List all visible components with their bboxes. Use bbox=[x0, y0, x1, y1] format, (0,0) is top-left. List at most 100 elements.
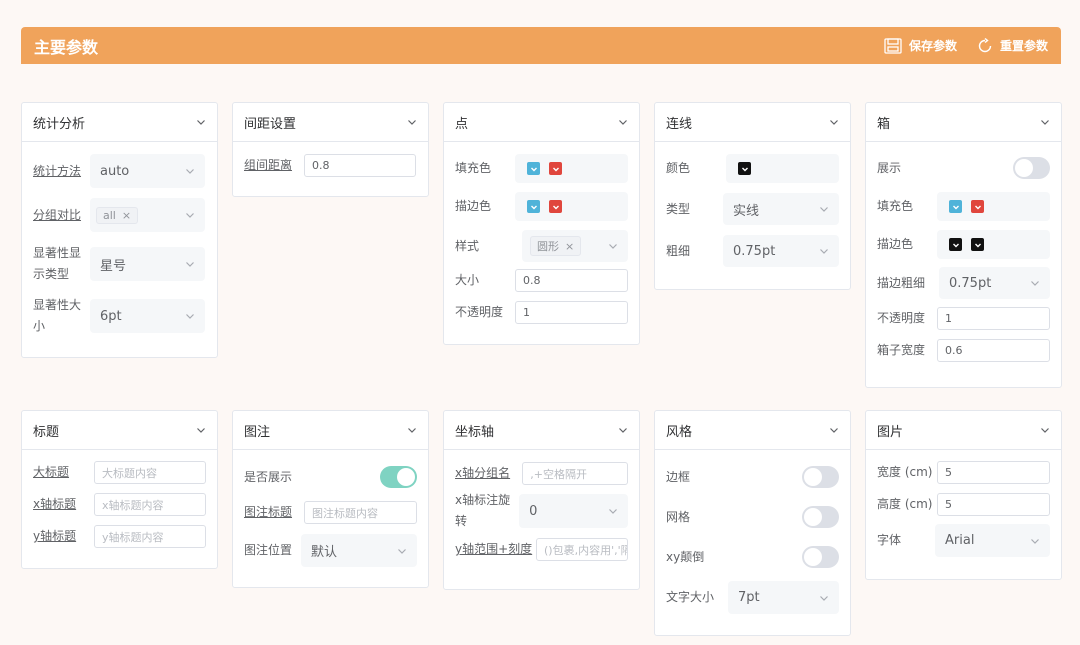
y-range-label: y轴范围+刻度 bbox=[455, 542, 533, 556]
line-card-header[interactable]: 连线 bbox=[655, 103, 850, 142]
chevron-down-icon bbox=[185, 311, 195, 321]
spacing-card: 间距设置 组间距离 0.8 bbox=[232, 102, 429, 197]
blue-color-swatch[interactable] bbox=[527, 162, 540, 175]
stats-card-header[interactable]: 统计分析 bbox=[22, 103, 217, 142]
reset-params-label: 重置参数 bbox=[999, 39, 1048, 53]
axis-card-title: 坐标轴 bbox=[455, 424, 495, 440]
x-rotate-select[interactable]: 0 bbox=[519, 494, 628, 528]
group-tag: all × bbox=[96, 206, 139, 224]
x-group-label: x轴分组名 bbox=[455, 466, 511, 480]
image-height-input[interactable]: 5 bbox=[937, 493, 1050, 516]
point-opacity-label: 不透明度 bbox=[455, 305, 504, 319]
image-font-select[interactable]: Arial bbox=[935, 524, 1050, 557]
group-gap-input[interactable]: 0.8 bbox=[304, 154, 416, 177]
line-type-value: 实线 bbox=[733, 203, 760, 219]
point-style-select[interactable]: 圆形 × bbox=[522, 230, 628, 262]
sig-size-label-line1: 显著性大 bbox=[33, 298, 82, 312]
border-toggle[interactable] bbox=[802, 466, 839, 488]
sig-type-select[interactable]: 星号 bbox=[90, 247, 205, 281]
legend-card-header[interactable]: 图注 bbox=[233, 411, 428, 450]
stats-method-select[interactable]: auto bbox=[90, 154, 205, 188]
stats-card-title: 统计分析 bbox=[33, 116, 86, 132]
chevron-down-icon bbox=[529, 164, 539, 174]
chevron-down-icon bbox=[551, 164, 561, 174]
box-width-input[interactable]: 0.6 bbox=[937, 339, 1050, 362]
font-size-label: 文字大小 bbox=[666, 590, 715, 604]
box-stroke-label: 描边色 bbox=[877, 237, 914, 251]
chevron-down-icon bbox=[185, 166, 195, 176]
image-height-label: 高度 (cm) bbox=[877, 497, 933, 511]
tag-close-icon[interactable]: × bbox=[122, 209, 131, 222]
black-color-swatch[interactable] bbox=[738, 162, 751, 175]
stats-method-value: auto bbox=[100, 163, 130, 179]
axis-card-header[interactable]: 坐标轴 bbox=[444, 411, 639, 450]
red-color-swatch[interactable] bbox=[549, 200, 562, 213]
image-width-label: 宽度 (cm) bbox=[877, 465, 933, 479]
titles-card-header[interactable]: 标题 bbox=[22, 411, 217, 450]
chevron-down-icon bbox=[196, 117, 206, 127]
save-params-button[interactable]: 保存参数 bbox=[884, 37, 957, 54]
sig-type-label-line2: 示类型 bbox=[33, 267, 70, 281]
chevron-down-icon bbox=[618, 425, 628, 435]
point-fill-label: 填充色 bbox=[455, 161, 492, 175]
legend-show-toggle[interactable] bbox=[380, 466, 417, 488]
black-color-swatch[interactable] bbox=[949, 238, 962, 251]
chevron-down-icon bbox=[1040, 117, 1050, 127]
chevron-down-icon bbox=[829, 425, 839, 435]
point-size-input[interactable]: 0.8 bbox=[515, 269, 628, 292]
chevron-down-icon bbox=[185, 210, 195, 220]
chevron-down-icon bbox=[397, 546, 407, 556]
red-color-swatch[interactable] bbox=[549, 162, 562, 175]
image-card: 图片 宽度 (cm) 5 高度 (cm) 5 字体 Arial bbox=[865, 410, 1062, 580]
point-card-header[interactable]: 点 bbox=[444, 103, 639, 142]
x-title-input[interactable]: x轴标题内容 bbox=[94, 493, 206, 516]
spacing-card-header[interactable]: 间距设置 bbox=[233, 103, 428, 142]
legend-title-input[interactable]: 图注标题内容 bbox=[304, 501, 417, 524]
flip-xy-label: xy颠倒 bbox=[666, 549, 705, 564]
y-title-input[interactable]: y轴标题内容 bbox=[94, 525, 206, 548]
point-opacity-input[interactable]: 1 bbox=[515, 301, 628, 324]
image-card-header[interactable]: 图片 bbox=[866, 411, 1061, 450]
chevron-down-icon bbox=[618, 117, 628, 127]
point-stroke-swatches bbox=[515, 192, 628, 221]
tag-close-icon[interactable]: × bbox=[565, 240, 574, 253]
flip-xy-toggle[interactable] bbox=[802, 546, 839, 568]
sig-size-select[interactable]: 6pt bbox=[90, 299, 205, 333]
grid-toggle[interactable] bbox=[802, 506, 839, 528]
box-width-label: 箱子宽度 bbox=[877, 343, 926, 357]
line-type-select[interactable]: 实线 bbox=[723, 193, 839, 225]
y-range-input[interactable]: ()包裹,内容用','隔开 bbox=[536, 538, 628, 561]
grid-label: 网格 bbox=[666, 509, 691, 524]
group-compare-select[interactable]: all × bbox=[90, 198, 205, 232]
line-width-select[interactable]: 0.75pt bbox=[723, 235, 839, 267]
legend-position-select[interactable]: 默认 bbox=[301, 534, 417, 567]
box-show-toggle[interactable] bbox=[1013, 157, 1050, 179]
sig-type-value: 星号 bbox=[100, 258, 127, 274]
image-width-input[interactable]: 5 bbox=[937, 461, 1050, 484]
box-opacity-input[interactable]: 1 bbox=[937, 307, 1050, 330]
stats-method-label: 统计方法 bbox=[33, 163, 82, 178]
line-card: 连线 颜色 类型 实线 粗细 0.75pt bbox=[654, 102, 851, 290]
box-stroke-width-select[interactable]: 0.75pt bbox=[939, 267, 1050, 299]
box-card-header[interactable]: 箱 bbox=[866, 103, 1061, 142]
x-rotate-label-line2: 转 bbox=[455, 514, 468, 528]
style-card-header[interactable]: 风格 bbox=[655, 411, 850, 450]
font-size-select[interactable]: 7pt bbox=[728, 581, 839, 614]
red-color-swatch[interactable] bbox=[971, 200, 984, 213]
main-params-header: 主要参数 保存参数 重置参数 bbox=[21, 27, 1061, 64]
point-style-label: 样式 bbox=[455, 238, 480, 253]
blue-color-swatch[interactable] bbox=[949, 200, 962, 213]
chevron-down-icon bbox=[1040, 425, 1050, 435]
main-title-input[interactable]: 大标题内容 bbox=[94, 461, 206, 484]
black-color-swatch[interactable] bbox=[971, 238, 984, 251]
x-title-label: x轴标题 bbox=[33, 497, 77, 511]
style-card-title: 风格 bbox=[666, 424, 693, 440]
line-width-label: 粗细 bbox=[666, 243, 691, 258]
font-size-value: 7pt bbox=[738, 590, 760, 605]
x-group-input[interactable]: ,+空格隔开 bbox=[522, 462, 628, 485]
box-fill-swatches bbox=[937, 192, 1050, 221]
box-stroke-width-value: 0.75pt bbox=[949, 275, 992, 291]
titles-card-title: 标题 bbox=[33, 424, 60, 440]
blue-color-swatch[interactable] bbox=[527, 200, 540, 213]
reset-params-button[interactable]: 重置参数 bbox=[977, 37, 1048, 54]
